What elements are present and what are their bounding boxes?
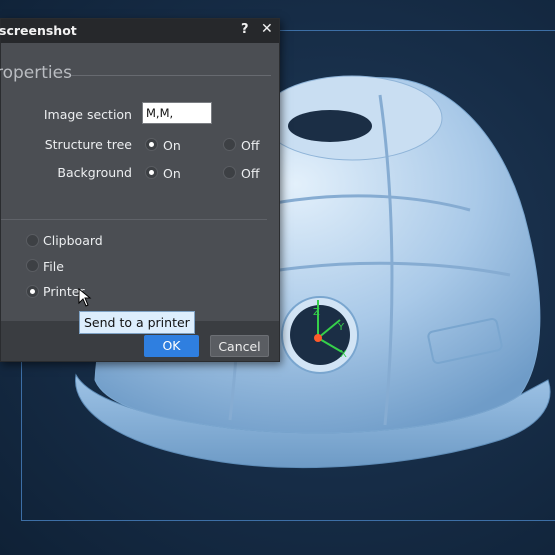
- section-title: roperties: [0, 63, 72, 83]
- image-section-input[interactable]: [142, 102, 212, 124]
- close-icon[interactable]: ✕: [261, 21, 273, 37]
- structure-tree-on-radio[interactable]: [145, 138, 158, 151]
- file-radio[interactable]: [26, 259, 39, 272]
- structure-tree-off-radio[interactable]: [223, 138, 236, 151]
- top-opening: [288, 110, 372, 142]
- ok-button[interactable]: OK: [144, 335, 199, 357]
- dialog-titlebar[interactable]: screenshot ? ✕: [0, 19, 279, 43]
- background-on-radio[interactable]: [145, 166, 158, 179]
- clipboard-radio[interactable]: [26, 234, 39, 247]
- image-section-label: Image section: [43, 107, 132, 122]
- background-off-label: Off: [241, 166, 260, 181]
- options-divider: [1, 219, 267, 220]
- background-label: Background: [57, 165, 132, 180]
- help-icon[interactable]: ?: [241, 22, 249, 37]
- section-divider: [71, 75, 271, 76]
- axis-x-label: X: [340, 349, 347, 360]
- structure-tree-label: Structure tree: [44, 137, 132, 152]
- printer-tooltip: Send to a printer: [79, 311, 195, 334]
- mouse-pointer-icon: [78, 288, 92, 307]
- axis-z-label: Z: [313, 307, 320, 318]
- structure-tree-on-label: On: [163, 138, 181, 153]
- file-label[interactable]: File: [43, 259, 64, 274]
- printer-radio[interactable]: [26, 285, 39, 298]
- axis-y-label: Y: [337, 322, 345, 333]
- dialog-title: screenshot: [0, 23, 77, 38]
- background-off-radio[interactable]: [223, 166, 236, 179]
- clipboard-label[interactable]: Clipboard: [43, 233, 103, 248]
- structure-tree-off-label: Off: [241, 138, 260, 153]
- background-on-label: On: [163, 166, 181, 181]
- cancel-button[interactable]: Cancel: [210, 335, 269, 357]
